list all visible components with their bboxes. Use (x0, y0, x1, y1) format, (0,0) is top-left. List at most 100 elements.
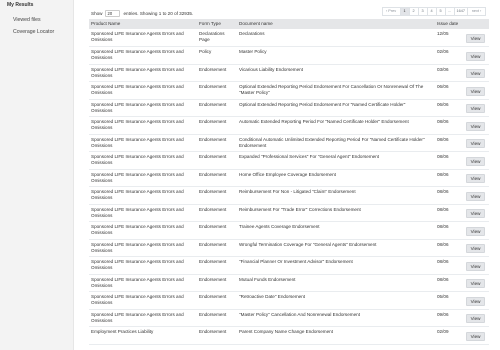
product-name-cell: Sponsored LIFE Insurance Agents Errors a… (89, 151, 197, 170)
view-button[interactable]: View (466, 279, 485, 289)
product-name-cell: Sponsored LIFE Insurance Agents Errors a… (89, 64, 197, 82)
action-cell: View (463, 239, 489, 257)
document-name-cell: Expanded "Professional Services" For "Ge… (237, 151, 435, 170)
form-type-cell: Endorsement (197, 274, 237, 292)
document-name-cell: "Financial Planner Or Investment Advisor… (237, 256, 435, 275)
form-type-cell: Endorsement (197, 64, 237, 82)
sidebar: My Results Viewed files Coverage Locator (0, 0, 74, 350)
page-button-last[interactable]: 1647 (453, 7, 468, 16)
column-header-form-type[interactable]: Form Type (197, 19, 237, 29)
view-button[interactable]: View (466, 296, 485, 306)
issue-date-cell: 08/06 (435, 204, 463, 222)
product-name-cell: Sponsored LIFE Insurance Agents Errors a… (89, 204, 197, 222)
form-type-cell: Endorsement (197, 204, 237, 222)
view-button[interactable]: View (466, 86, 485, 96)
view-button[interactable]: View (466, 331, 485, 341)
document-name-cell: Wrongful Termination Coverage For "Gener… (237, 239, 435, 257)
view-button[interactable]: View (466, 156, 485, 166)
document-name-cell: Reimbursement For "Trade Error" Correcti… (237, 204, 435, 222)
issue-date-cell: 03/06 (435, 64, 463, 82)
form-type-cell: Endorsement (197, 239, 237, 257)
view-button[interactable]: View (466, 261, 485, 271)
product-name-cell: Employment Practices Liability (89, 326, 197, 345)
table-row: Sponsored LIFE Insurance Agents Errors a… (89, 186, 489, 205)
action-cell: View (463, 134, 489, 152)
main-content: Show 20 entries. Showing 1 to 20 of 3293… (89, 0, 489, 345)
view-button[interactable]: View (466, 244, 485, 254)
issue-date-cell: 08/06 (435, 221, 463, 240)
view-button[interactable]: View (466, 121, 485, 131)
action-cell: View (463, 151, 489, 170)
table-row: Sponsored LIFE Insurance Agents Errors a… (89, 239, 489, 257)
entries-per-page-select[interactable]: 20 (104, 10, 120, 17)
product-name-cell: Sponsored LIFE Insurance Agents Errors a… (89, 309, 197, 327)
prev-page-button[interactable]: ‹ Prev (381, 7, 401, 16)
document-name-cell: Reimbursement For Non - Litigated "Claim… (237, 186, 435, 205)
view-button[interactable]: View (466, 104, 485, 114)
entries-length-control: Show 20 entries. Showing 1 to 20 of 3293… (91, 10, 193, 17)
document-name-cell: Optional Extended Reporting Period Endor… (237, 81, 435, 100)
column-header-document-name[interactable]: Document name (237, 19, 435, 29)
form-type-cell: Endorsement (197, 291, 237, 310)
product-name-cell: Sponsored LIFE Insurance Agents Errors a… (89, 116, 197, 135)
product-name-cell: Sponsored LIFE Insurance Agents Errors a… (89, 169, 197, 187)
document-name-cell: Master Policy (237, 46, 435, 65)
sidebar-title: My Results (7, 2, 34, 8)
issue-date-cell: 06/06 (435, 81, 463, 100)
view-button[interactable]: View (466, 191, 485, 201)
sidebar-item-viewed-files[interactable]: Viewed files (0, 17, 73, 23)
document-name-cell: Declarations (237, 29, 435, 47)
product-name-cell: Sponsored LIFE Insurance Agents Errors a… (89, 99, 197, 117)
document-name-cell: Trainee Agents Coverage Endorsement (237, 221, 435, 240)
issue-date-cell: 08/06 (435, 116, 463, 135)
issue-date-cell: 08/06 (435, 239, 463, 257)
view-button[interactable]: View (466, 226, 485, 236)
action-cell: View (463, 256, 489, 275)
product-name-cell: Sponsored LIFE Insurance Agents Errors a… (89, 256, 197, 275)
table-row: Sponsored LIFE Insurance Agents Errors a… (89, 151, 489, 170)
action-cell: View (463, 204, 489, 222)
action-cell: View (463, 309, 489, 327)
issue-date-cell: 09/06 (435, 309, 463, 327)
action-cell: View (463, 291, 489, 310)
document-name-cell: Home Office Employee Coverage Endorsemen… (237, 169, 435, 187)
table-row: Sponsored LIFE Insurance Agents Errors a… (89, 274, 489, 292)
pagination: ‹ Prev 1 2 3 4 5 … 1647 next › (381, 7, 486, 16)
action-cell: View (463, 274, 489, 292)
view-button[interactable]: View (466, 174, 485, 184)
table-row: Sponsored LIFE Insurance Agents Errors a… (89, 64, 489, 82)
form-type-cell: Policy (197, 46, 237, 65)
product-name-cell: Sponsored LIFE Insurance Agents Errors a… (89, 274, 197, 292)
view-button[interactable]: View (466, 69, 485, 79)
table-row: Sponsored LIFE Insurance Agents Errors a… (89, 291, 489, 310)
results-table: Product Name Form Type Document name Iss… (89, 19, 489, 345)
action-cell: View (463, 116, 489, 135)
issue-date-cell: 06/06 (435, 99, 463, 117)
column-header-product-name[interactable]: Product Name (89, 19, 197, 29)
view-button[interactable]: View (466, 139, 485, 149)
view-button[interactable]: View (466, 209, 485, 219)
form-type-cell: Endorsement (197, 116, 237, 135)
form-type-cell: Endorsement (197, 169, 237, 187)
show-label: Show (91, 11, 103, 16)
sidebar-item-coverage-locator[interactable]: Coverage Locator (0, 29, 73, 35)
table-row: Sponsored LIFE Insurance Agents Errors a… (89, 99, 489, 117)
product-name-cell: Sponsored LIFE Insurance Agents Errors a… (89, 186, 197, 205)
issue-date-cell: 08/06 (435, 256, 463, 275)
document-name-cell: Parent Company Name Change Endorsement (237, 326, 435, 345)
next-page-button[interactable]: next › (467, 7, 486, 16)
form-type-cell: Endorsement (197, 151, 237, 170)
view-button[interactable]: View (466, 34, 485, 43)
action-cell: View (463, 221, 489, 240)
document-name-cell: Vicarious Liability Endorsement (237, 64, 435, 82)
document-name-cell: Automatic Extended Reporting Period For … (237, 116, 435, 135)
table-row: Sponsored LIFE Insurance Agents Errors a… (89, 309, 489, 327)
form-type-cell: Endorsement (197, 256, 237, 275)
view-button[interactable]: View (466, 314, 485, 324)
view-button[interactable]: View (466, 51, 485, 61)
form-type-cell: Endorsement (197, 309, 237, 327)
column-header-issue-date[interactable]: Issue date (435, 19, 463, 29)
product-name-cell: Sponsored LIFE Insurance Agents Errors a… (89, 221, 197, 240)
action-cell: View (463, 81, 489, 100)
form-type-cell: Endorsement (197, 186, 237, 205)
